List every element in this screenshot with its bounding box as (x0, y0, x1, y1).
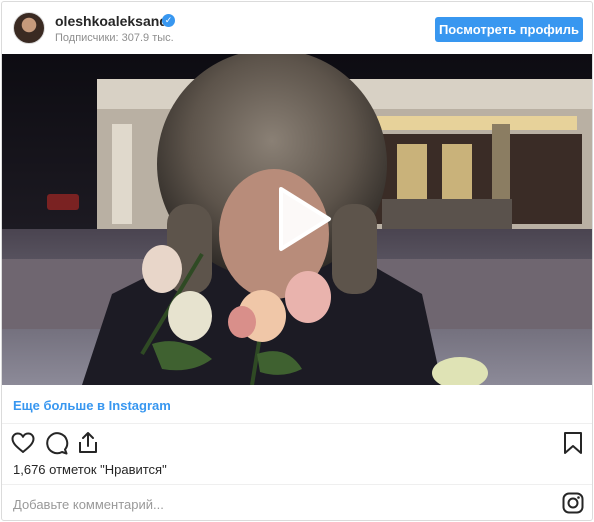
more-on-instagram-link[interactable]: Еще больше в Instagram (13, 398, 171, 413)
video-thumbnail[interactable] (2, 54, 592, 385)
share-button[interactable] (75, 430, 101, 456)
heart-icon (11, 432, 35, 453)
play-icon (279, 187, 331, 251)
likes-count: 1,676 отметок "Нравится" (13, 462, 167, 477)
play-button[interactable] (267, 184, 337, 254)
instagram-embed: oleshkoaleksandr ✓ Подписчики: 307.9 тыс… (1, 1, 593, 521)
verified-badge-icon: ✓ (162, 14, 175, 27)
divider (2, 484, 592, 485)
comment-input[interactable] (13, 492, 533, 516)
instagram-icon[interactable] (562, 492, 584, 514)
comment-icon (46, 432, 69, 455)
bookmark-icon (564, 432, 582, 454)
username[interactable]: oleshkoaleksandr (55, 13, 173, 29)
avatar[interactable] (13, 12, 45, 44)
view-profile-button[interactable]: Посмотреть профиль (435, 17, 583, 42)
post-header: oleshkoaleksandr ✓ Подписчики: 307.9 тыс… (2, 2, 592, 54)
divider (2, 423, 592, 424)
like-button[interactable] (10, 430, 36, 456)
comment-button[interactable] (43, 430, 69, 456)
followers-count: Подписчики: 307.9 тыс. (55, 32, 174, 44)
share-icon (79, 432, 97, 453)
bookmark-button[interactable] (560, 430, 586, 456)
